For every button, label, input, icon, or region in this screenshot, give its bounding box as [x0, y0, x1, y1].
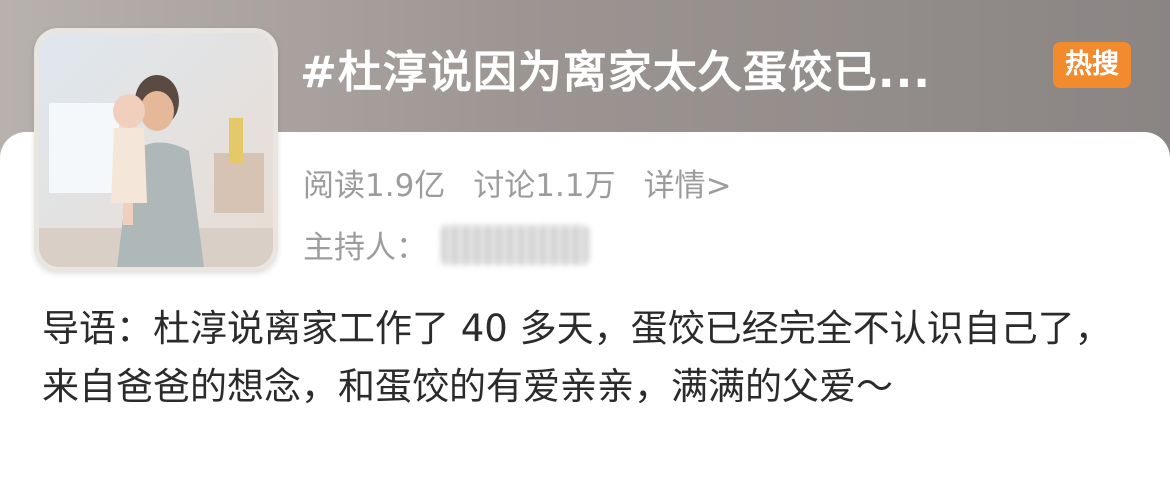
topic-title[interactable]: #杜淳说因为离家太久蛋饺已... [300, 36, 931, 100]
cover-photo [39, 33, 273, 267]
hot-search-badge: 热搜 [1053, 42, 1131, 88]
host-label: 主持人： [303, 230, 427, 266]
host-name-blurred[interactable] [441, 224, 589, 265]
topic-cover-image[interactable] [34, 28, 278, 272]
detail-link[interactable]: 详情> [644, 160, 732, 204]
host-row: 主持人： [303, 222, 589, 267]
discussion-count: 讨论1.1万 [473, 168, 616, 204]
topic-stats: 阅读1.9亿 讨论1.1万 详情> [303, 160, 732, 204]
topic-intro: 导语：杜淳说离家工作了 40 多天，蛋饺已经完全不认识自己了，来自爸爸的想念，和… [42, 307, 1112, 408]
read-count: 阅读1.9亿 [303, 168, 446, 204]
